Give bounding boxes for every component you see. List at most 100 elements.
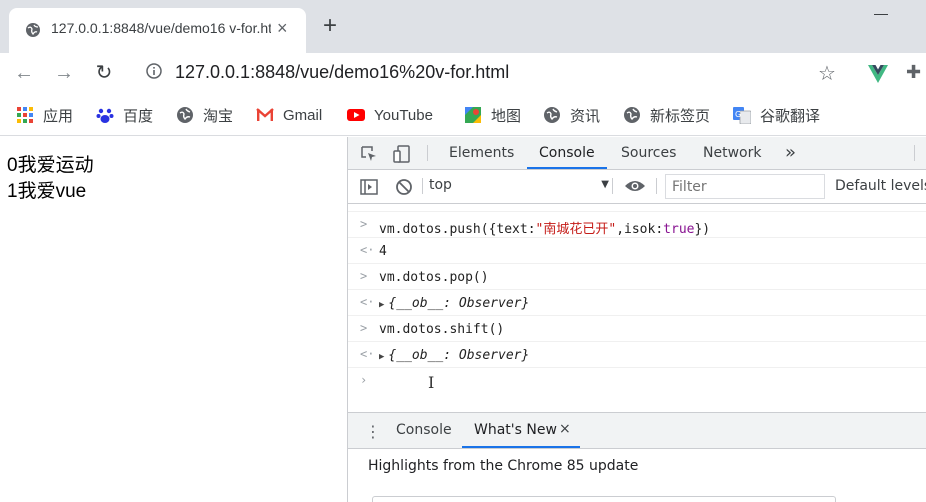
bookmark-label: 淘宝: [203, 107, 234, 125]
log-levels-dropdown[interactable]: Default levels: [835, 178, 926, 194]
new-tab-button[interactable]: +: [323, 14, 337, 38]
extensions-puzzle-icon[interactable]: ✚: [906, 62, 921, 83]
chevron-down-icon: ▼: [601, 179, 609, 190]
code-text: }): [694, 222, 711, 237]
youtube-icon: [347, 109, 365, 121]
bookmark-label: Gmail: [283, 106, 323, 124]
devtools-tab-bar: Elements Console Sources Network »: [348, 137, 926, 170]
svg-text:G: G: [735, 110, 741, 119]
bookmark-maps[interactable]: 地图: [464, 105, 521, 125]
console-input-line: > vm.dotos.shift(): [348, 316, 926, 342]
context-value: top: [429, 177, 452, 193]
device-toolbar-icon[interactable]: [393, 145, 411, 163]
tab-elements[interactable]: Elements: [449, 145, 514, 161]
info-icon[interactable]: [146, 63, 162, 79]
tab-strip: 127.0.0.1:8848/vue/demo16 v-for.html × +: [0, 0, 926, 53]
prompt-caret-icon: ›: [360, 373, 368, 387]
bookmark-taobao[interactable]: 淘宝: [176, 105, 233, 125]
console-result-line[interactable]: <· ▶ {__ob__: Observer}: [348, 290, 926, 316]
devtools-panel: Elements Console Sources Network » top ▼: [347, 137, 926, 502]
bookmark-label: 百度: [123, 107, 154, 125]
sidebar-toggle-icon[interactable]: [360, 178, 378, 196]
browser-toolbar: ← → ↻ 127.0.0.1:8848/vue/demo16%20v-for.…: [0, 53, 926, 95]
minimize-button[interactable]: [874, 14, 888, 15]
input-chevron: >: [360, 269, 368, 283]
output-arrow: <·: [360, 347, 375, 361]
bookmark-label: 新标签页: [650, 107, 711, 125]
divider: [427, 145, 428, 161]
baidu-paw-icon: [96, 108, 114, 123]
active-tab-indicator: [462, 446, 580, 448]
globe-icon: [26, 23, 40, 37]
browser-tab[interactable]: 127.0.0.1:8848/vue/demo16 v-for.html ×: [9, 8, 306, 53]
active-tab-indicator: [527, 167, 607, 169]
console-input-line: > vm.dotos.pop(): [348, 264, 926, 290]
close-icon[interactable]: ×: [559, 421, 571, 437]
divider: [914, 145, 915, 161]
code-text: ,isok:: [616, 222, 664, 237]
gmail-icon: [256, 108, 274, 121]
expand-triangle-icon[interactable]: ▶: [379, 352, 384, 362]
console-output[interactable]: > vm.dotos.push({text:"南城花已开",isok:true}…: [348, 204, 926, 412]
drawer-tab-console[interactable]: Console: [396, 422, 452, 438]
bookmark-label: YouTube: [374, 106, 433, 124]
console-prompt[interactable]: › I: [348, 368, 926, 394]
drawer-tab-whats-new[interactable]: What's New: [474, 422, 557, 438]
bookmark-news[interactable]: 资讯: [543, 105, 600, 125]
divider: [656, 178, 657, 194]
output-arrow: <·: [360, 243, 375, 257]
address-bar[interactable]: 127.0.0.1:8848/vue/demo16%20v-for.html: [175, 62, 509, 83]
bookmark-translate[interactable]: G 谷歌翻译: [733, 105, 820, 125]
tab-network[interactable]: Network: [703, 145, 761, 161]
bookmark-youtube[interactable]: YouTube: [347, 105, 433, 125]
text-cursor-icon: I: [428, 373, 435, 392]
console-result-line: <· 4: [348, 238, 926, 264]
string-literal: "南城花已开": [535, 222, 617, 237]
globe-icon: [177, 107, 193, 123]
reload-button[interactable]: ↻: [92, 61, 116, 85]
bookmark-label: 地图: [491, 107, 522, 125]
tab-sources[interactable]: Sources: [621, 145, 676, 161]
bookmark-label: 谷歌翻译: [760, 107, 821, 125]
tab-console[interactable]: Console: [539, 145, 595, 161]
globe-icon: [624, 107, 640, 123]
context-select[interactable]: top ▼: [429, 177, 609, 197]
filter-input[interactable]: [665, 174, 825, 199]
bookmark-newtab[interactable]: 新标签页: [623, 105, 710, 125]
object-preview: {__ob__: Observer}: [388, 296, 530, 311]
vue-devtools-icon[interactable]: [868, 65, 888, 83]
highlight-card: [372, 496, 836, 502]
bookmark-gmail[interactable]: Gmail: [256, 105, 322, 125]
more-tabs-button[interactable]: »: [785, 142, 796, 163]
input-chevron: >: [360, 217, 368, 231]
expand-triangle-icon[interactable]: ▶: [379, 300, 384, 310]
forward-button[interactable]: →: [52, 61, 76, 85]
scrolled-line: [348, 204, 926, 212]
keyword-literal: true: [663, 222, 695, 237]
object-preview: {__ob__: Observer}: [388, 348, 530, 363]
code-text: vm.dotos.shift(): [379, 322, 505, 337]
drawer-menu-button[interactable]: ⋮: [365, 422, 381, 441]
bookmark-label: 应用: [43, 107, 74, 125]
inspect-element-icon[interactable]: [360, 145, 378, 163]
bookmark-star-icon[interactable]: ☆: [818, 61, 836, 86]
code-text: vm.dotos.push({text:: [379, 222, 536, 237]
console-result-line[interactable]: <· ▶ {__ob__: Observer}: [348, 342, 926, 368]
globe-icon: [544, 107, 560, 123]
tab-close-button[interactable]: ×: [277, 19, 288, 37]
back-button[interactable]: ←: [12, 61, 36, 85]
clear-console-icon[interactable]: [395, 178, 413, 196]
output-arrow: <·: [360, 295, 375, 309]
code-text: vm.dotos.pop(): [379, 270, 489, 285]
drawer-tab-bar: ⋮ Console What's New ×: [348, 413, 926, 449]
bookmark-label: 资讯: [570, 107, 601, 125]
bookmark-apps[interactable]: 应用: [16, 105, 73, 125]
list-item: 0我爱运动: [7, 155, 94, 176]
bookmark-baidu[interactable]: 百度: [96, 105, 153, 125]
eye-icon[interactable]: [624, 178, 646, 194]
console-input-line: > vm.dotos.push({text:"南城花已开",isok:true}…: [348, 212, 926, 238]
page-viewport: 0我爱运动 1我爱vue: [0, 137, 347, 502]
apps-grid-icon: [17, 107, 33, 123]
tab-title: 127.0.0.1:8848/vue/demo16 v-for.html: [51, 20, 271, 36]
console-toolbar: top ▼ Default levels: [348, 170, 926, 204]
